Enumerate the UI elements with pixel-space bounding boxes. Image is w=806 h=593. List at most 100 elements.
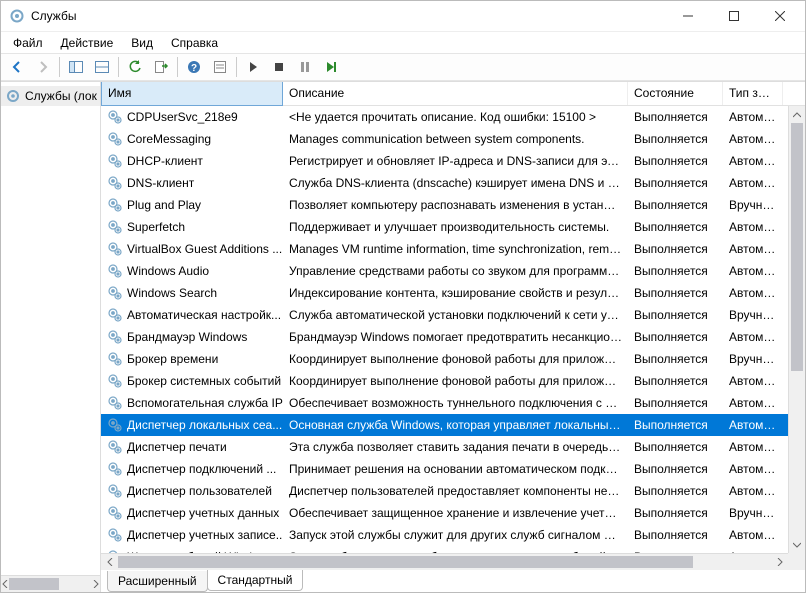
service-row[interactable]: Вспомогательная служба IPОбеспечивает во… bbox=[101, 392, 788, 414]
maximize-button[interactable] bbox=[711, 1, 757, 31]
service-name-text: Брандмауэр Windows bbox=[127, 330, 247, 344]
cell-state: Выполняется bbox=[628, 110, 723, 124]
service-row[interactable]: DHCP-клиент Регистрирует и обновляет IP-а… bbox=[101, 150, 788, 172]
export-button[interactable] bbox=[149, 55, 173, 79]
cell-startup-type: Автомати bbox=[723, 132, 783, 146]
service-name-text: Брокер системных событий bbox=[127, 374, 281, 388]
menu-file[interactable]: Файл bbox=[5, 34, 51, 52]
service-row[interactable]: VirtualBox Guest Additions ...Manages VM… bbox=[101, 238, 788, 260]
service-name-text: DHCP-клиент bbox=[127, 154, 203, 168]
cell-state: Выполняется bbox=[628, 506, 723, 520]
cell-description: Основная служба Windows, которая управля… bbox=[283, 418, 628, 432]
cell-description: Регистрирует и обновляет IP-адреса и DNS… bbox=[283, 154, 628, 168]
scroll-thumb[interactable] bbox=[791, 123, 803, 371]
scroll-right-button[interactable] bbox=[92, 576, 100, 592]
back-button[interactable] bbox=[5, 55, 29, 79]
scroll-up-button[interactable] bbox=[789, 106, 805, 123]
service-row[interactable]: Диспетчер печатиЭта служба позволяет ста… bbox=[101, 436, 788, 458]
service-row[interactable]: Диспетчер учетных записе...Запуск этой с… bbox=[101, 524, 788, 546]
cell-name: Windows Audio bbox=[101, 263, 283, 279]
cell-description: Обеспечивает защищенное хранение и извле… bbox=[283, 506, 628, 520]
service-row[interactable]: Брокер времениКоординирует выполнение фо… bbox=[101, 348, 788, 370]
service-icon bbox=[107, 175, 123, 191]
scroll-left-button[interactable] bbox=[101, 554, 118, 570]
window-title: Службы bbox=[31, 9, 665, 23]
cell-description: Запуск этой службы служит для других слу… bbox=[283, 528, 628, 542]
scroll-left-button[interactable] bbox=[1, 576, 9, 592]
cell-description: Обеспечивает возможность туннельного под… bbox=[283, 396, 628, 410]
tree-horizontal-scrollbar[interactable] bbox=[1, 575, 100, 592]
cell-name: Диспетчер учетных записе... bbox=[101, 527, 283, 543]
stop-service-button[interactable] bbox=[267, 55, 291, 79]
cell-name: Вспомогательная служба IP bbox=[101, 395, 283, 411]
service-icon bbox=[107, 153, 123, 169]
scroll-right-button[interactable] bbox=[771, 554, 788, 570]
cell-startup-type: Вручную bbox=[723, 352, 783, 366]
tab-bar: Расширенный Стандартный bbox=[101, 570, 805, 592]
horizontal-scrollbar[interactable] bbox=[101, 553, 788, 570]
minimize-button[interactable] bbox=[665, 1, 711, 31]
help-button[interactable]: ? bbox=[182, 55, 206, 79]
service-row[interactable]: DNS-клиентСлужба DNS-клиента (dnscache) … bbox=[101, 172, 788, 194]
cell-name: CoreMessaging bbox=[101, 131, 283, 147]
menu-help[interactable]: Справка bbox=[163, 34, 226, 52]
menu-view[interactable]: Вид bbox=[123, 34, 161, 52]
column-header-name[interactable]: Имя bbox=[101, 82, 283, 106]
service-row[interactable]: CoreMessagingManages communication betwe… bbox=[101, 128, 788, 150]
tab-standard[interactable]: Стандартный bbox=[207, 570, 304, 591]
service-name-text: Автоматическая настройк... bbox=[127, 308, 281, 322]
cell-description: Диспетчер пользователей предоставляет ко… bbox=[283, 484, 628, 498]
service-row[interactable]: Брокер системных событийКоординирует вып… bbox=[101, 370, 788, 392]
cell-description: Индексирование контента, кэширование сво… bbox=[283, 286, 628, 300]
properties-button[interactable] bbox=[208, 55, 232, 79]
pause-service-button[interactable] bbox=[293, 55, 317, 79]
service-row[interactable]: Брандмауэр WindowsБрандмауэр Windows пом… bbox=[101, 326, 788, 348]
cell-startup-type: Автомати bbox=[723, 110, 783, 124]
close-button[interactable] bbox=[757, 1, 803, 31]
details-pane-button[interactable] bbox=[90, 55, 114, 79]
show-hide-tree-button[interactable] bbox=[64, 55, 88, 79]
scroll-thumb[interactable] bbox=[9, 578, 59, 590]
restart-service-button[interactable] bbox=[319, 55, 343, 79]
tree-item-services-local[interactable]: Службы (лок bbox=[1, 86, 100, 106]
service-row[interactable]: Диспетчер учетных данныхОбеспечивает защ… bbox=[101, 502, 788, 524]
forward-button[interactable] bbox=[31, 55, 55, 79]
service-row[interactable]: Автоматическая настройк...Служба автомат… bbox=[101, 304, 788, 326]
cell-startup-type: Автомати bbox=[723, 286, 783, 300]
service-name-text: Брокер времени bbox=[127, 352, 218, 366]
service-row[interactable]: SuperfetchПоддерживает и улучшает произв… bbox=[101, 216, 788, 238]
services-icon bbox=[9, 8, 25, 24]
scroll-down-button[interactable] bbox=[789, 536, 805, 553]
cell-description: Manages communication between system com… bbox=[283, 132, 628, 146]
scroll-thumb[interactable] bbox=[118, 556, 693, 568]
column-header-startup-type[interactable]: Тип запу bbox=[723, 82, 783, 105]
services-window: Службы Файл Действие Вид Справка ? bbox=[0, 0, 806, 593]
scroll-corner bbox=[788, 553, 805, 570]
title-bar: Службы bbox=[1, 1, 805, 31]
service-row[interactable]: CDPUserSvc_218e9<Не удается прочитать оп… bbox=[101, 106, 788, 128]
tab-extended[interactable]: Расширенный bbox=[107, 571, 208, 592]
service-icon bbox=[107, 505, 123, 521]
column-header-state[interactable]: Состояние bbox=[628, 82, 723, 105]
cell-description: Принимает решения на основании автоматич… bbox=[283, 462, 628, 476]
column-header-description[interactable]: Описание bbox=[283, 82, 628, 105]
service-row[interactable]: Журнал событий WindowsЭта служба управля… bbox=[101, 546, 788, 553]
service-name-text: Диспетчер учетных записе... bbox=[127, 528, 283, 542]
refresh-button[interactable] bbox=[123, 55, 147, 79]
cell-state: Выполняется bbox=[628, 132, 723, 146]
cell-startup-type: Вручную bbox=[723, 308, 783, 322]
cell-startup-type: Автомати bbox=[723, 242, 783, 256]
cell-name: Диспетчер учетных данных bbox=[101, 505, 283, 521]
service-row[interactable]: Диспетчер пользователейДиспетчер пользов… bbox=[101, 480, 788, 502]
cell-startup-type: Автомати bbox=[723, 220, 783, 234]
menu-action[interactable]: Действие bbox=[53, 34, 122, 52]
service-row[interactable]: Plug and PlayПозволяет компьютеру распоз… bbox=[101, 194, 788, 216]
service-row[interactable]: Windows SearchИндексирование контента, к… bbox=[101, 282, 788, 304]
start-service-button[interactable] bbox=[241, 55, 265, 79]
service-row[interactable]: Windows AudioУправление средствами работ… bbox=[101, 260, 788, 282]
service-row[interactable]: Диспетчер подключений ...Принимает решен… bbox=[101, 458, 788, 480]
separator bbox=[177, 57, 178, 77]
vertical-scrollbar[interactable] bbox=[788, 106, 805, 553]
service-row[interactable]: Диспетчер локальных сеа...Основная служб… bbox=[101, 414, 788, 436]
main-body: Службы (лок Имя Описание Состояние Тип з… bbox=[1, 81, 805, 592]
